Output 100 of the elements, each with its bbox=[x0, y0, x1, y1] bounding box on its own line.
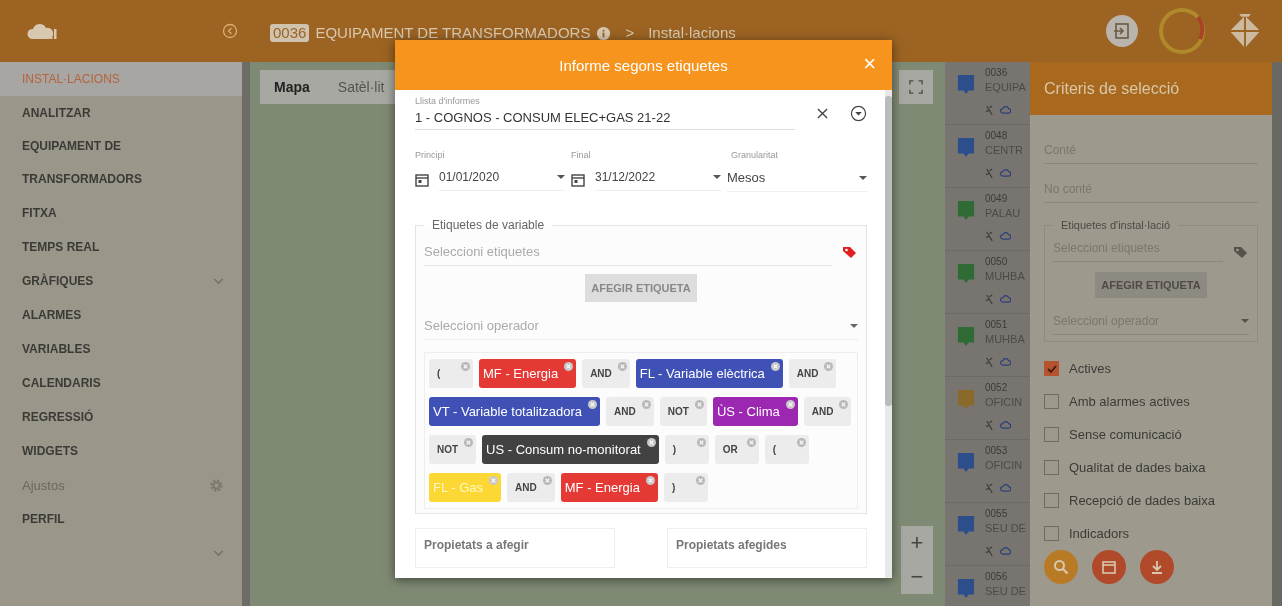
panel-title: Propietats a afegir bbox=[424, 538, 529, 552]
installation-code: 0053 bbox=[985, 444, 1009, 458]
tag-chip[interactable]: ÙS - Clima bbox=[712, 397, 798, 426]
caret-down-icon bbox=[859, 175, 867, 180]
panel-title: Propietats afegides bbox=[676, 538, 787, 552]
tag-chip[interactable]: FL - Variable elèctrica bbox=[635, 359, 783, 388]
checkbox[interactable] bbox=[1044, 493, 1059, 508]
cloud-icon bbox=[1000, 483, 1011, 492]
checkbox-label: Actives bbox=[1069, 361, 1111, 376]
fieldset-legend: Etiquetes de variable bbox=[424, 218, 553, 232]
calendar-icon bbox=[1101, 559, 1117, 575]
checkbox-label: Indicadors bbox=[1069, 526, 1129, 541]
checkbox[interactable] bbox=[1044, 427, 1059, 442]
tag-icon[interactable] bbox=[842, 244, 858, 260]
fullscreen-button[interactable] bbox=[899, 70, 933, 104]
sidebar-item[interactable]: WIDGETS bbox=[0, 434, 242, 468]
caret-down-icon bbox=[557, 175, 565, 179]
plug-icon bbox=[985, 231, 994, 242]
chevron-down-icon bbox=[213, 277, 224, 285]
sidebar-item[interactable]: PERFIL bbox=[0, 502, 242, 536]
breadcrumb-link[interactable]: Instal·lacions bbox=[648, 24, 736, 42]
plug-icon bbox=[985, 168, 994, 179]
cloud-chart-logo-icon bbox=[26, 21, 60, 41]
logout-icon[interactable] bbox=[1106, 15, 1138, 47]
plug-icon bbox=[985, 546, 994, 557]
scrollbar[interactable] bbox=[1272, 62, 1282, 606]
tag-chip[interactable]: MF - Energia bbox=[479, 359, 577, 388]
sidebar-item[interactable]: REGRESSIÓ bbox=[0, 400, 242, 434]
sidebar-item[interactable]: TEMPS REAL bbox=[0, 230, 242, 264]
operator-chip[interactable]: ( bbox=[764, 435, 809, 464]
operator-chip[interactable]: AND bbox=[788, 359, 837, 388]
fullscreen-icon bbox=[909, 80, 923, 94]
plug-icon bbox=[985, 483, 994, 494]
add-tag-button[interactable]: AFEGIR ETIQUETA bbox=[1095, 272, 1207, 298]
zoom-in-button[interactable]: + bbox=[901, 526, 933, 560]
operator-chip[interactable]: NOT bbox=[429, 435, 477, 464]
tag-chip[interactable]: VT - Variable totalitzadora bbox=[429, 397, 601, 426]
sidebar-item[interactable]: GRÀFIQUES bbox=[0, 264, 242, 298]
sidebar-item[interactable]: VARIABLES bbox=[0, 332, 242, 366]
date-field[interactable]: 31/12/2022 bbox=[595, 168, 721, 191]
remove-icon[interactable] bbox=[770, 362, 780, 371]
calendar-icon[interactable] bbox=[415, 172, 429, 187]
download-button[interactable] bbox=[1140, 550, 1174, 584]
operator-chip[interactable]: AND bbox=[582, 359, 630, 388]
operator-chip[interactable]: AND bbox=[803, 397, 852, 426]
installation-code: 0056 bbox=[985, 570, 1009, 584]
operator-chip[interactable]: AND bbox=[606, 397, 654, 426]
zoom-out-button[interactable]: − bbox=[901, 560, 933, 594]
checkbox[interactable] bbox=[1044, 394, 1059, 409]
remove-icon[interactable] bbox=[564, 362, 574, 371]
info-icon[interactable] bbox=[596, 26, 612, 41]
sidebar-item[interactable]: FITXA bbox=[0, 196, 242, 230]
sidebar-item[interactable]: ALARMES bbox=[0, 298, 242, 332]
operator-chip[interactable]: ( bbox=[429, 359, 473, 388]
checkbox[interactable] bbox=[1044, 460, 1059, 475]
cloud-icon bbox=[1000, 168, 1011, 177]
clear-icon[interactable] bbox=[817, 107, 828, 119]
checkbox[interactable] bbox=[1044, 361, 1059, 376]
sidebar-item[interactable]: ANALITZAR bbox=[0, 96, 242, 130]
date-field[interactable]: 01/01/2020 bbox=[439, 168, 565, 191]
tag-chip[interactable]: US - Consum no-monitorat bbox=[482, 435, 659, 464]
installation-code: 0052 bbox=[985, 381, 1009, 395]
operator-chip[interactable]: AND bbox=[507, 473, 555, 502]
calendar-icon[interactable] bbox=[571, 172, 585, 187]
sidebar-item[interactable]: EQUIPAMENT DE TRANSFORMADORS bbox=[0, 130, 242, 196]
close-button[interactable]: × bbox=[859, 52, 880, 76]
checkbox[interactable] bbox=[1044, 526, 1059, 541]
operator-chip[interactable]: ) bbox=[663, 473, 708, 502]
installation-code: 0050 bbox=[985, 255, 1009, 269]
sidebar-item[interactable]: CALENDARIS bbox=[0, 366, 242, 400]
scrollbar-thumb[interactable] bbox=[885, 96, 892, 406]
tag-chip[interactable]: MF - Energia bbox=[560, 473, 658, 502]
remove-icon[interactable] bbox=[785, 400, 795, 409]
operator-chip[interactable]: OR bbox=[714, 435, 759, 464]
remove-icon[interactable] bbox=[646, 438, 656, 447]
checkbox-label: Sense comunicació bbox=[1069, 427, 1182, 442]
cloud-icon bbox=[1000, 294, 1011, 303]
search-button[interactable] bbox=[1044, 550, 1078, 584]
calendar-button[interactable] bbox=[1092, 550, 1126, 584]
caret-down-icon bbox=[1241, 319, 1249, 323]
cloud-icon bbox=[1000, 105, 1011, 114]
collapse-icon[interactable] bbox=[222, 23, 238, 39]
plug-icon bbox=[985, 357, 994, 368]
installation-code: 0048 bbox=[985, 129, 1009, 143]
installation-code: 0055 bbox=[985, 507, 1009, 521]
granularity-select[interactable]: Mesos bbox=[727, 168, 867, 192]
remove-icon[interactable] bbox=[588, 400, 598, 409]
plug-icon bbox=[985, 294, 994, 305]
chevron-down-icon[interactable] bbox=[213, 550, 224, 557]
operator-select[interactable]: Seleccioni operador bbox=[424, 312, 858, 340]
fieldset-legend: Etiquetes d'instal·lació bbox=[1053, 219, 1179, 231]
checkbox-label: Amb alarmes actives bbox=[1069, 394, 1190, 409]
operator-chip[interactable]: NOT bbox=[659, 397, 707, 426]
settings-icon bbox=[209, 477, 224, 493]
add-tag-button[interactable]: AFEGIR ETIQUETA bbox=[585, 274, 697, 302]
dropdown-icon[interactable] bbox=[850, 104, 867, 122]
operator-chip[interactable]: ) bbox=[664, 435, 709, 464]
report-select[interactable]: Llista d'informes 1 - COGNOS - CONSUM ELEC+GAS 21-22 bbox=[415, 96, 795, 130]
remove-icon[interactable] bbox=[645, 476, 655, 485]
map-type-tab[interactable]: Mapa bbox=[260, 70, 324, 104]
